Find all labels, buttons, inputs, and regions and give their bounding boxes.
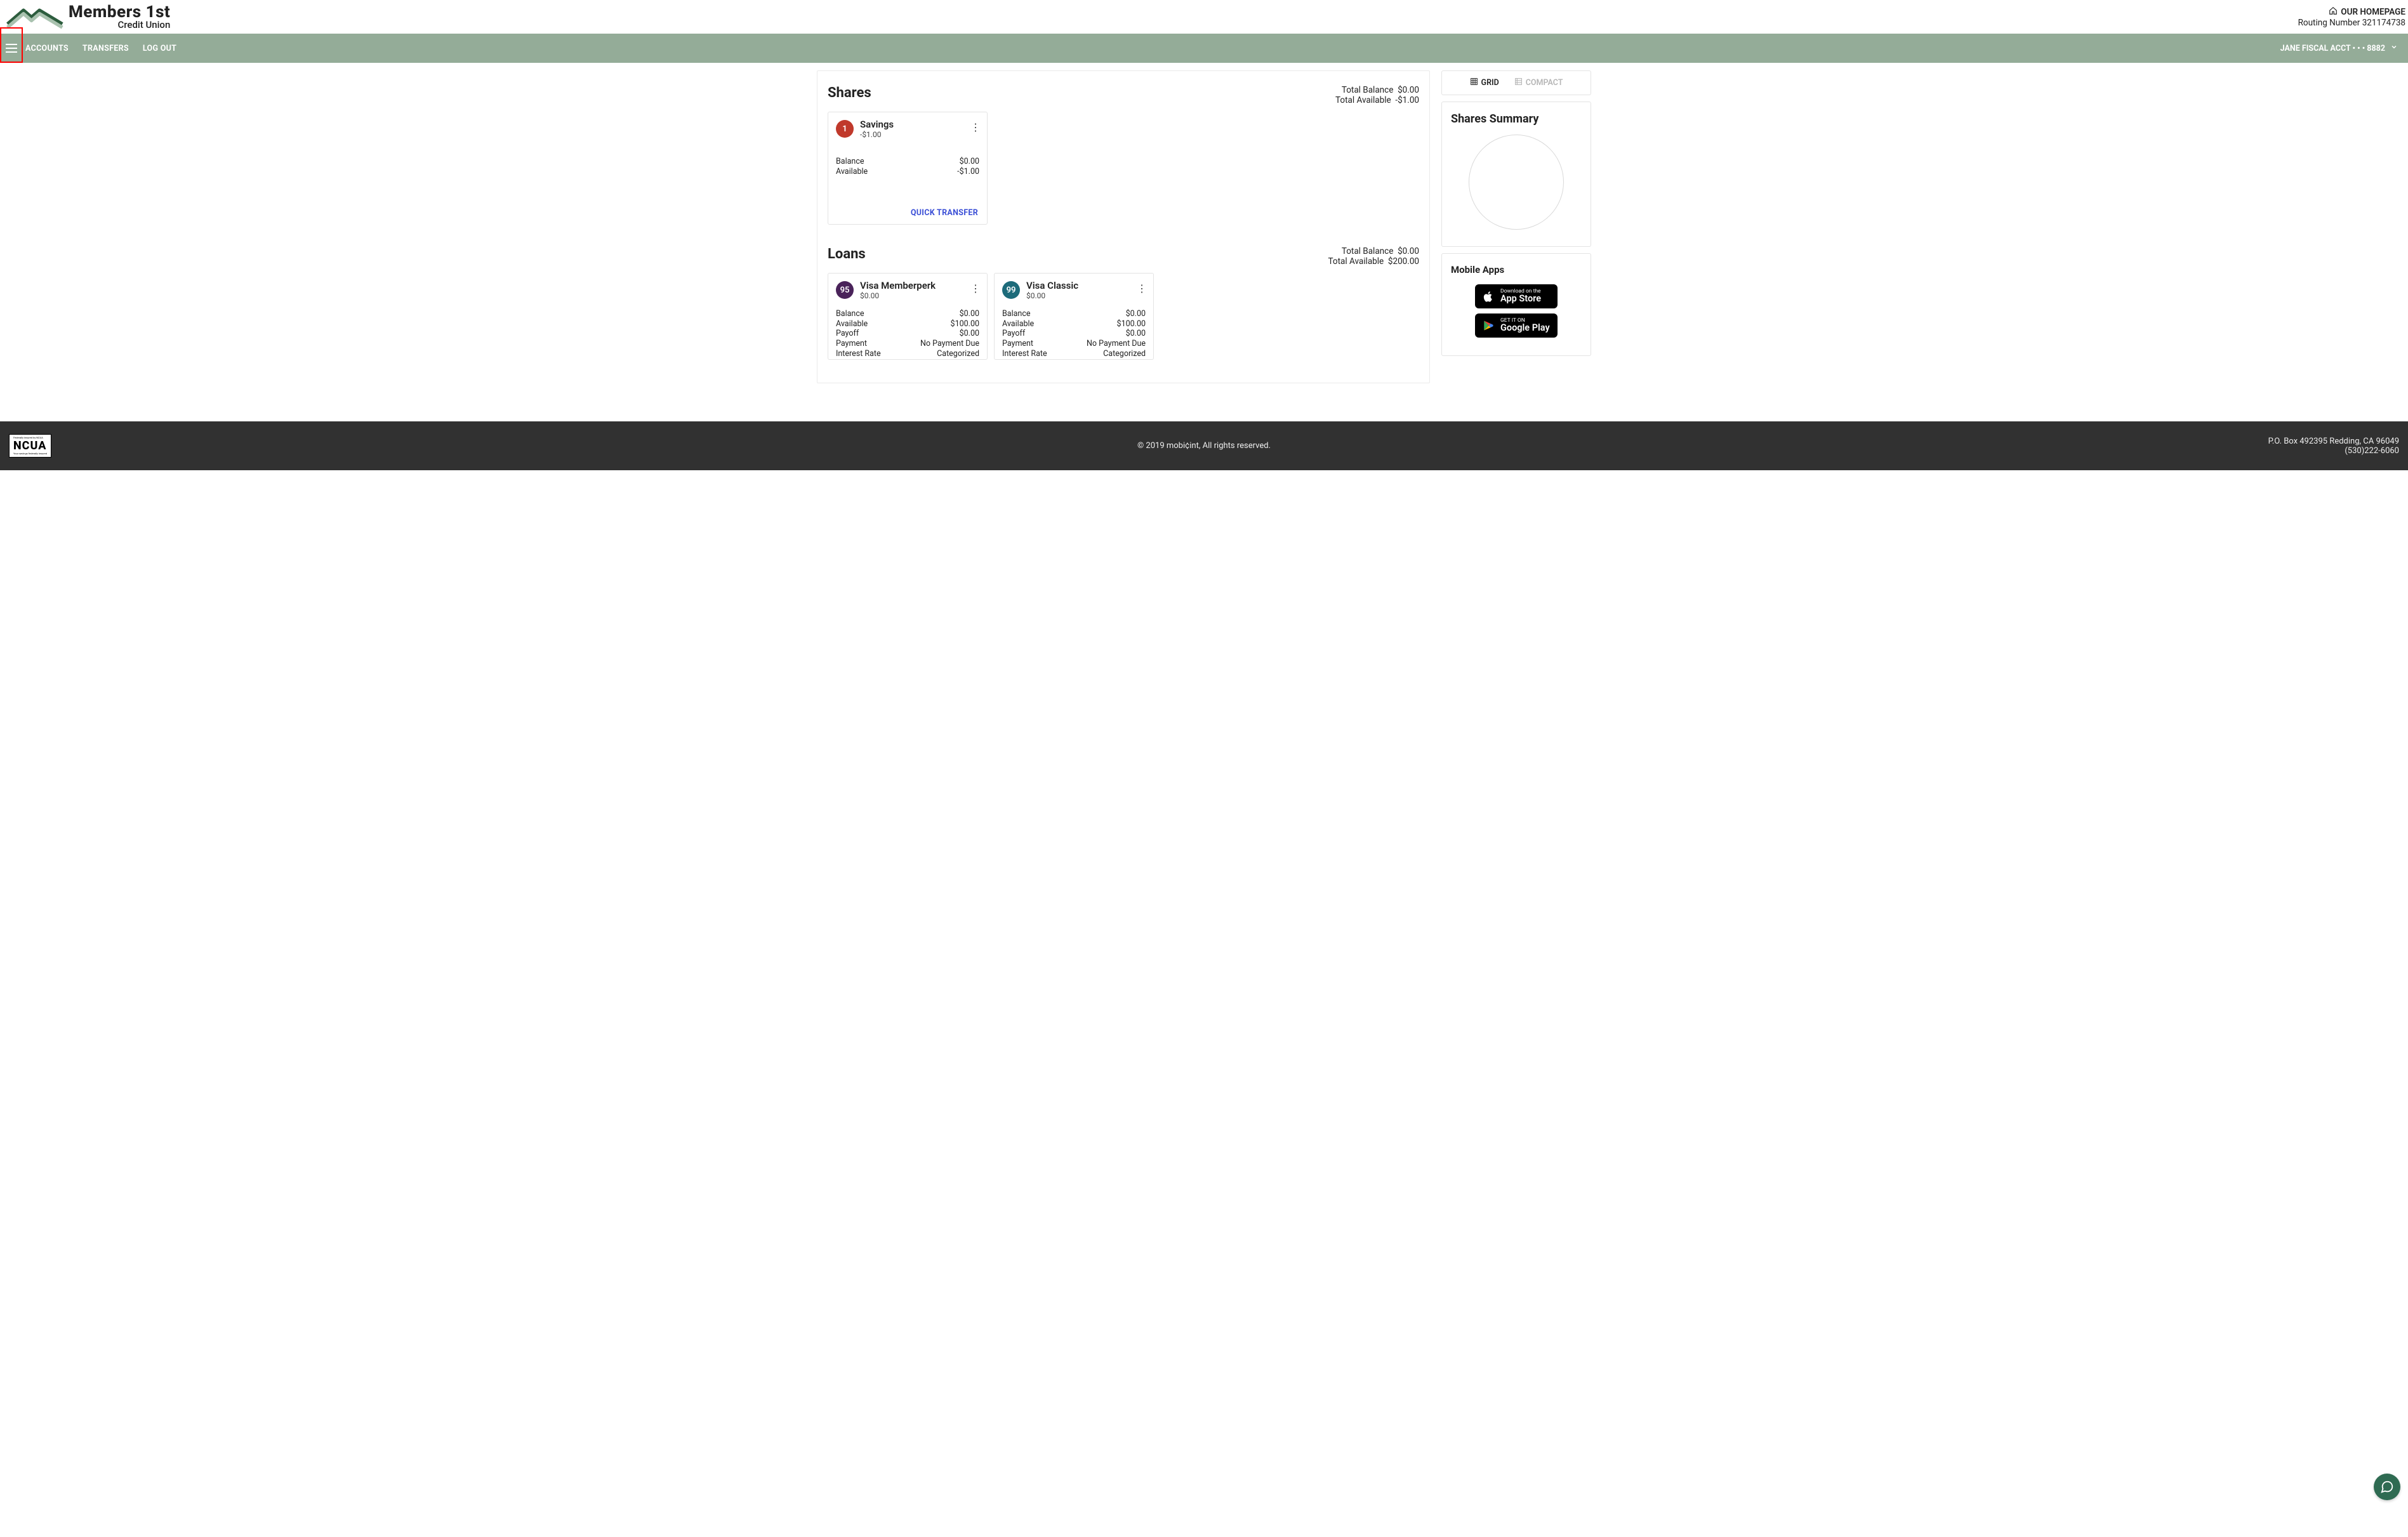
view-compact-label: COMPACT (1526, 78, 1563, 88)
app-store-button[interactable]: Download on the App Store (1475, 284, 1558, 308)
account-selector[interactable]: JANE FISCAL ACCT • • • 8882 (2280, 43, 2403, 53)
google-play-button[interactable]: GET IT ON Google Play (1475, 313, 1558, 338)
share-card-savings[interactable]: 1 Savings -$1.00 ⋮ Balance $0.00 Availabl… (828, 112, 988, 225)
metric-key: Available (836, 167, 868, 177)
main-navbar: ACCOUNTS TRANSFERS LOG OUT JANE FISCAL A… (0, 34, 2408, 63)
metric-key: Balance (836, 157, 864, 167)
nav-accounts[interactable]: ACCOUNTS (25, 44, 69, 53)
loans-title: Loans (828, 246, 866, 262)
account-name: Visa Classic (1026, 280, 1078, 291)
metric-key: Payment (836, 339, 867, 349)
chevron-down-icon (2390, 43, 2398, 53)
routing-number: Routing Number 321174738 (2298, 18, 2405, 28)
metric-key: Balance (836, 309, 864, 319)
shares-totals: Total Balance $0.00 Total Available -$1.… (1335, 85, 1419, 105)
view-compact-button[interactable]: COMPACT (1514, 77, 1563, 88)
loans-total-available-label: Total Available (1328, 256, 1384, 267)
donut-chart-placeholder (1469, 135, 1564, 230)
shares-title: Shares (828, 85, 871, 101)
chat-button[interactable] (2374, 1474, 2400, 1500)
play-big: Google Play (1500, 323, 1550, 333)
metric-key: Interest Rate (1002, 349, 1047, 359)
homepage-label: OUR HOMEPAGE (2341, 7, 2405, 17)
mobile-apps-card: Mobile Apps Download on the App Store GE… (1441, 253, 1591, 356)
appstore-big: App Store (1500, 294, 1541, 304)
view-grid-button[interactable]: GRID (1470, 77, 1499, 88)
footer-phone: (530)222-6060 (2268, 446, 2399, 456)
account-subtitle: -$1.00 (860, 130, 894, 139)
apple-icon (1481, 290, 1495, 303)
shares-total-balance-label: Total Balance (1342, 85, 1394, 95)
account-subtitle: $0.00 (1026, 291, 1078, 300)
shares-total-balance-value: $0.00 (1398, 85, 1419, 95)
shares-total-available-label: Total Available (1335, 95, 1391, 105)
metric-value: No Payment Due (1087, 339, 1146, 349)
card-menu-button[interactable]: ⋮ (970, 121, 981, 133)
metric-key: Payment (1002, 339, 1033, 349)
metric-value: No Payment Due (920, 339, 979, 349)
chat-icon (2380, 1480, 2394, 1494)
loan-card-memberperk[interactable]: 95 Visa Memberperk $0.00 ⋮ Balance$0.00 … (828, 273, 988, 360)
view-toggle: GRID COMPACT (1441, 70, 1591, 95)
loans-totals: Total Balance $0.00 Total Available $200… (1328, 246, 1419, 267)
shares-summary-card: Shares Summary (1441, 102, 1591, 247)
mountain-logo-icon (6, 4, 63, 30)
account-badge: 1 (836, 120, 854, 138)
metric-key: Balance (1002, 309, 1031, 319)
account-badge: 99 (1002, 281, 1020, 299)
list-icon (1514, 77, 1523, 88)
card-menu-button[interactable]: ⋮ (970, 282, 981, 294)
header-right: OUR HOMEPAGE Routing Number 321174738 (2298, 6, 2405, 28)
loans-total-available-value: $200.00 (1388, 256, 1419, 267)
metric-value: Categorized (937, 349, 979, 359)
nav-transfers[interactable]: TRANSFERS (83, 44, 129, 53)
google-play-icon (1481, 320, 1495, 331)
shares-total-available-value: -$1.00 (1395, 95, 1419, 105)
ncua-badge: Federally insured by NCUA NCUA Your savi… (9, 434, 51, 458)
metric-key: Interest Rate (836, 349, 881, 359)
quick-transfer-button[interactable]: QUICK TRANSFER (911, 208, 978, 218)
hamburger-menu-button[interactable] (0, 30, 23, 66)
metric-value: -$1.00 (957, 167, 979, 177)
metric-value: Categorized (1103, 349, 1146, 359)
footer: Federally insured by NCUA NCUA Your savi… (0, 421, 2408, 470)
account-badge: 95 (836, 281, 854, 299)
metric-value: $100.00 (1117, 319, 1146, 329)
grid-icon (1470, 77, 1478, 88)
ncua-label: NCUA (13, 439, 47, 452)
loans-total-balance-label: Total Balance (1342, 246, 1394, 256)
main-panel: Shares Total Balance $0.00 Total Availab… (817, 70, 1430, 383)
brand-text: Members 1st Credit Union (69, 4, 170, 30)
account-subtitle: $0.00 (860, 291, 936, 300)
shares-summary-title: Shares Summary (1451, 112, 1582, 126)
metric-value: $0.00 (960, 157, 979, 167)
nav-logout[interactable]: LOG OUT (143, 44, 176, 53)
metric-value: $0.00 (960, 309, 979, 319)
brand-tagline: Credit Union (69, 20, 170, 30)
loans-total-balance-value: $0.00 (1398, 246, 1419, 256)
metric-value: $0.00 (1126, 329, 1146, 339)
view-grid-label: GRID (1481, 78, 1499, 88)
metric-value: $0.00 (960, 329, 979, 339)
account-selector-label: JANE FISCAL ACCT • • • 8882 (2280, 44, 2385, 53)
brand-name: Members 1st (69, 4, 170, 20)
metric-key: Payoff (1002, 329, 1025, 339)
metric-value: $100.00 (951, 319, 979, 329)
top-header: Members 1st Credit Union OUR HOMEPAGE Ro… (0, 0, 2408, 34)
metric-key: Available (1002, 319, 1034, 329)
account-name: Visa Memberperk (860, 280, 936, 291)
metric-key: Payoff (836, 329, 859, 339)
home-icon (2329, 6, 2338, 18)
loan-card-classic[interactable]: 99 Visa Classic $0.00 ⋮ Balance $0.00 Ava… (994, 273, 1154, 360)
metric-key: Available (836, 319, 868, 329)
card-menu-button[interactable]: ⋮ (1137, 282, 1147, 294)
mobile-apps-title: Mobile Apps (1451, 264, 1582, 275)
brand-logo[interactable]: Members 1st Credit Union (6, 4, 170, 30)
metric-value: $0.00 (1126, 309, 1146, 319)
homepage-link[interactable]: OUR HOMEPAGE (2298, 6, 2405, 18)
hamburger-icon (6, 44, 17, 53)
account-name: Savings (860, 119, 894, 130)
footer-copyright: © 2019 mobi¢int, All rights reserved. (1137, 441, 1271, 451)
footer-address: P.O. Box 492395 Redding, CA 96049 (2268, 437, 2399, 446)
